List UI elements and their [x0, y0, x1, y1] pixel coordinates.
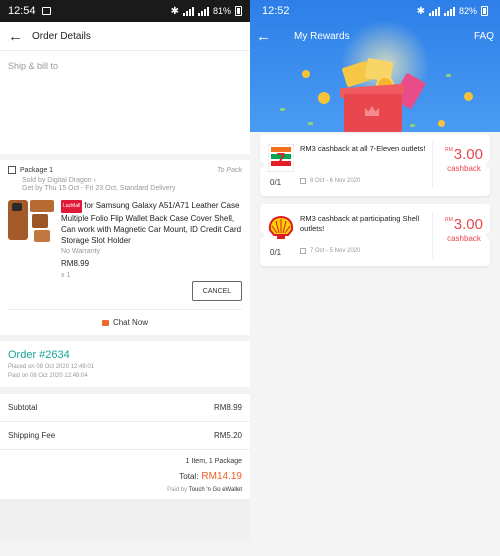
bluetooth-icon: ✱ — [416, 5, 425, 17]
coin-decoration — [464, 92, 473, 101]
reward-progress: 0/1 — [270, 178, 282, 187]
gift-box-illustration — [336, 57, 427, 132]
item-count: 1 Item, 1 Package — [185, 458, 242, 465]
cashback-label: cashback — [447, 234, 481, 243]
order-info: Order #2634 Placed on 08 Oct 2020 12:48:… — [0, 341, 250, 387]
shipping-fee-row: Shipping Fee RM5.20 — [0, 421, 250, 449]
chat-icon — [101, 319, 109, 326]
chat-now-label: Chat Now — [112, 318, 149, 327]
cancel-button[interactable]: CANCEL — [192, 281, 242, 301]
product-thumbnail[interactable] — [8, 200, 56, 246]
package-section: Package 1 To Pack Sold by Digital Dragon… — [0, 160, 250, 335]
chat-now-button[interactable]: Chat Now — [8, 309, 242, 335]
package-icon — [8, 166, 16, 174]
item-quantity: x 1 — [61, 272, 71, 279]
app-header: ← Order Details — [0, 22, 250, 50]
subtotal-value: RM8.99 — [213, 403, 242, 412]
calendar-icon — [300, 178, 306, 184]
battery-percent: 81% — [212, 6, 231, 16]
svg-text:7: 7 — [277, 151, 286, 168]
back-arrow-icon[interactable]: ← — [8, 28, 30, 45]
cashback-value: 3.00 — [453, 216, 483, 233]
lazmall-badge: LazMall — [61, 200, 83, 213]
signal-icon — [197, 6, 209, 16]
order-item[interactable]: LazMall for Samsung Galaxy A51/A71 Leathe… — [8, 200, 242, 301]
shipping-value: RM5.20 — [213, 431, 242, 440]
package-status: To Pack — [216, 166, 242, 174]
ship-bill-section[interactable]: Ship & bill to — [0, 50, 250, 154]
my-rewards-screen: 12:52 ✱ 82% ← My Rewards FAQ 7 RM3 cashb… — [250, 0, 500, 556]
coin-decoration — [438, 120, 445, 127]
page-title: My Rewards — [294, 30, 350, 42]
subtotal-label: Subtotal — [8, 403, 38, 412]
reward-validity: 7 Oct - 5 Nov 2020 — [300, 248, 360, 254]
total-section: 1 Item, 1 Package Total: RM14.19 Paid by … — [0, 449, 250, 499]
subtotal-row: Subtotal RM8.99 — [0, 393, 250, 421]
chevron-right-icon: › — [93, 177, 96, 184]
confetti-decoration — [280, 108, 285, 111]
image-notification-icon — [41, 7, 51, 15]
reward-dates: 8 Oct - 6 Nov 2020 — [310, 178, 361, 184]
status-time: 12:52 — [262, 5, 290, 17]
reward-card[interactable]: RM3 cashback at participating Shell outl… — [256, 204, 494, 266]
placed-date: Placed on 08 Oct 2020 12:48:01 — [8, 364, 95, 370]
paid-date: Paid on 08 Oct 2020 12:48:04 — [8, 373, 88, 379]
payment-method: Touch 'n Go eWallet — [188, 487, 242, 493]
bluetooth-icon: ✱ — [170, 5, 179, 17]
seven-eleven-logo: 7 — [268, 144, 294, 172]
back-arrow-icon[interactable]: ← — [256, 28, 278, 45]
order-details-screen: 12:54 ✱ 81% ← Order Details Ship & bill … — [0, 0, 250, 556]
status-bar: 12:52 ✱ 82% — [250, 0, 500, 22]
status-bar: 12:54 ✱ 81% — [0, 0, 250, 22]
reward-description: RM3 cashback at participating Shell outl… — [300, 214, 420, 233]
delivery-estimate: Get by Thu 15 Oct - Fri 23 Oct, Standard… — [22, 185, 176, 192]
reward-description: RM3 cashback at all 7-Eleven outlets! — [300, 144, 426, 153]
item-price: RM8.99 — [61, 259, 90, 268]
page-title: Order Details — [32, 30, 91, 42]
order-number: Order #2634 — [8, 349, 70, 361]
cashback-value: 3.00 — [453, 146, 483, 163]
seller-name: Sold by Digital Dragon — [22, 177, 92, 184]
warranty-text: No Warranty — [61, 248, 101, 255]
currency-label: RM — [445, 217, 453, 223]
confetti-decoration — [410, 124, 415, 127]
package-title: Package 1 — [20, 166, 54, 174]
product-name: LazMall for Samsung Galaxy A51/A71 Leathe… — [61, 200, 242, 246]
shipping-label: Shipping Fee — [8, 431, 56, 440]
currency-label: RM — [445, 147, 453, 153]
reward-validity: 8 Oct - 6 Nov 2020 — [300, 178, 360, 184]
battery-icon — [235, 6, 242, 16]
rewards-hero: 12:52 ✱ 82% ← My Rewards FAQ — [250, 0, 500, 132]
confetti-decoration — [308, 122, 313, 125]
reward-dates: 7 Oct - 5 Nov 2020 — [310, 248, 361, 254]
cashback-amount: RM3.00 cashback — [438, 216, 490, 243]
signal-icon — [443, 6, 455, 16]
coin-decoration — [318, 92, 330, 104]
coin-decoration — [302, 70, 310, 78]
signal-icon — [428, 6, 440, 16]
battery-percent: 82% — [458, 6, 477, 16]
app-header: ← My Rewards FAQ — [250, 22, 500, 50]
product-title: for Samsung Galaxy A51/A71 Leather Case … — [61, 201, 242, 245]
battery-icon — [481, 6, 488, 16]
calendar-icon — [300, 248, 306, 254]
total-label: Total: — [179, 472, 199, 481]
cashback-amount: RM3.00 cashback — [438, 146, 490, 173]
signal-icon — [182, 6, 194, 16]
ship-bill-label: Ship & bill to — [8, 61, 59, 71]
paid-by-prefix: Paid by — [167, 487, 188, 493]
reward-card[interactable]: 7 RM3 cashback at all 7-Eleven outlets! … — [256, 134, 494, 196]
faq-link[interactable]: FAQ — [474, 31, 494, 42]
status-time: 12:54 — [8, 5, 36, 17]
total-amount: RM14.19 — [201, 471, 242, 482]
shell-logo — [268, 215, 294, 239]
cashback-label: cashback — [447, 164, 481, 173]
reward-progress: 0/1 — [270, 248, 282, 257]
confetti-decoration — [446, 74, 451, 77]
next-section-cutoff — [0, 499, 250, 539]
seller-link[interactable]: Sold by Digital Dragon › — [8, 177, 242, 184]
